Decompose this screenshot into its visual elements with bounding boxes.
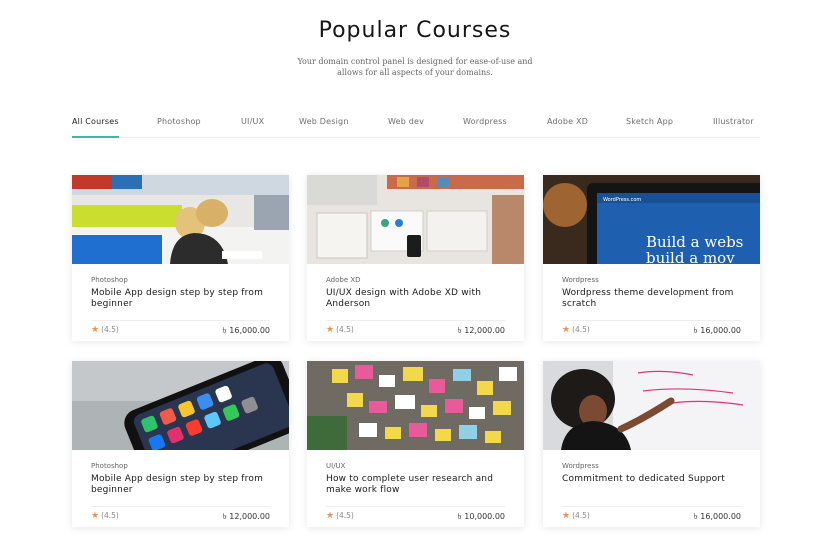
tab-photoshop[interactable]: Photoshop [157, 117, 201, 126]
card-divider [91, 506, 270, 507]
card-divider [562, 506, 741, 507]
star-icon: ★ [326, 325, 335, 335]
image-headline-2: build a mov [646, 249, 735, 264]
tab-web-design[interactable]: Web Design [299, 117, 349, 126]
course-category: Wordpress [562, 462, 599, 470]
tab-web-dev[interactable]: Web dev [388, 117, 424, 126]
tab-ui-ux[interactable]: UI/UX [241, 117, 264, 126]
course-filter-tabs: All Courses Photoshop UI/UX Web Design W… [72, 112, 760, 138]
course-thumbnail [72, 175, 289, 264]
rating-value: (4.5) [336, 325, 354, 334]
course-card[interactable]: Adobe XD UI/UX design with Adobe XD with… [307, 175, 524, 341]
course-rating: ★ (4.5) [91, 325, 119, 335]
tab-adobe-xd[interactable]: Adobe XD [547, 117, 588, 126]
star-icon: ★ [326, 511, 335, 521]
rating-value: (4.5) [336, 511, 354, 520]
course-category: Photoshop [91, 276, 128, 284]
course-card[interactable]: WordPress.com Build a webs build a mov W… [543, 175, 760, 341]
course-price: ৳ 16,000.00 [693, 326, 741, 335]
course-price: ৳ 12,000.00 [457, 326, 505, 335]
course-rating: ★ (4.5) [562, 325, 590, 335]
image-brand-text: WordPress.com [603, 197, 641, 203]
course-title[interactable]: Commitment to dedicated Support [562, 474, 747, 485]
course-rating: ★ (4.5) [91, 511, 119, 521]
rating-value: (4.5) [101, 511, 119, 520]
course-card[interactable]: UI/UX How to complete user research and … [307, 361, 524, 527]
course-card[interactable]: Wordpress Commitment to dedicated Suppor… [543, 361, 760, 527]
course-price: ৳ 16,000.00 [693, 512, 741, 521]
card-divider [326, 320, 505, 321]
course-rating: ★ (4.5) [562, 511, 590, 521]
tab-all-courses[interactable]: All Courses [72, 117, 119, 138]
page-subtitle: Your domain control panel is designed fo… [297, 57, 533, 77]
card-divider [91, 320, 270, 321]
star-icon: ★ [91, 511, 100, 521]
course-price: ৳ 12,000.00 [222, 512, 270, 521]
rating-value: (4.5) [101, 325, 119, 334]
tab-wordpress[interactable]: Wordpress [463, 117, 507, 126]
course-title[interactable]: Mobile App design step by step from begi… [91, 288, 276, 310]
course-card[interactable]: Photoshop Mobile App design step by step… [72, 175, 289, 341]
tab-illustrator[interactable]: Illustrator [713, 117, 754, 126]
course-category: Wordpress [562, 276, 599, 284]
course-category: Photoshop [91, 462, 128, 470]
course-price: ৳ 16,000.00 [222, 326, 270, 335]
course-rating: ★ (4.5) [326, 325, 354, 335]
course-title[interactable]: Mobile App design step by step from begi… [91, 474, 276, 496]
course-category: Adobe XD [326, 276, 361, 284]
star-icon: ★ [562, 325, 571, 335]
rating-value: (4.5) [572, 511, 590, 520]
star-icon: ★ [91, 325, 100, 335]
page-title: Popular Courses [318, 18, 512, 43]
course-thumbnail: WordPress.com Build a webs build a mov [543, 175, 760, 264]
course-price: ৳ 10,000.00 [457, 512, 505, 521]
course-card[interactable]: Photoshop Mobile App design step by step… [72, 361, 289, 527]
section-heading: Popular Courses Your domain control pane… [0, 18, 830, 78]
course-title[interactable]: Wordpress theme development from scratch [562, 288, 747, 310]
course-title[interactable]: How to complete user research and make w… [326, 474, 511, 496]
course-rating: ★ (4.5) [326, 511, 354, 521]
course-thumbnail [543, 361, 760, 450]
course-title[interactable]: UI/UX design with Adobe XD with Anderson [326, 288, 511, 310]
card-divider [562, 320, 741, 321]
tab-sketch-app[interactable]: Sketch App [626, 117, 673, 126]
course-thumbnail [72, 361, 289, 450]
course-category: UI/UX [326, 462, 346, 470]
course-thumbnail [307, 361, 524, 450]
rating-value: (4.5) [572, 325, 590, 334]
course-thumbnail [307, 175, 524, 264]
star-icon: ★ [562, 511, 571, 521]
card-divider [326, 506, 505, 507]
